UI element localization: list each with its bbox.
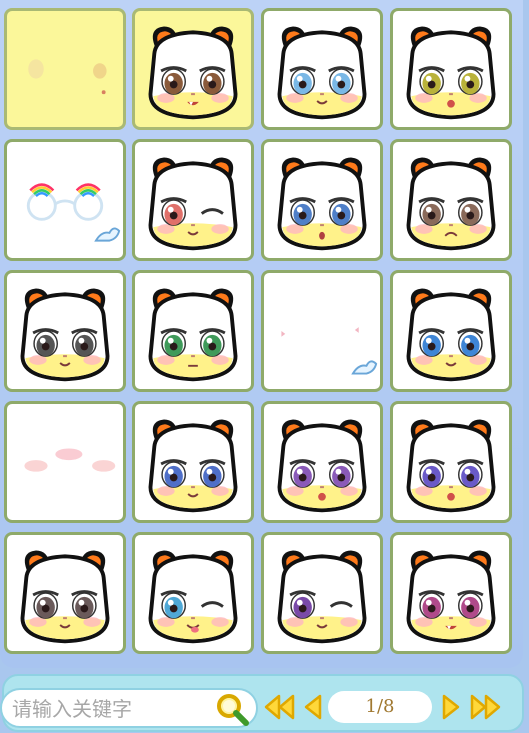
grid-item[interactable] [132,8,254,130]
character-face-thumbnail [20,550,110,644]
grid-item[interactable] [390,139,512,261]
left-icon[interactable] [302,692,324,722]
character-face-thumbnail [406,26,496,120]
grid-item[interactable] [132,532,254,654]
character-face-thumbnail [148,26,238,120]
character-face-thumbnail [148,157,238,251]
character-face-thumbnail [20,288,110,382]
grid-item[interactable] [4,270,126,392]
character-face-thumbnail [148,550,238,644]
grid-item[interactable] [261,532,383,654]
item-grid [4,8,520,660]
grid-item[interactable] [4,401,126,523]
grid-item[interactable] [261,401,383,523]
accessory-thumbnail [26,183,121,242]
grid-item[interactable] [390,532,512,654]
character-face-thumbnail [277,419,367,513]
character-face-thumbnail [406,157,496,251]
double-right-icon[interactable] [468,692,502,722]
grid-item[interactable] [4,532,126,654]
search-box[interactable] [0,688,258,728]
grid-item[interactable] [4,139,126,261]
accessory-thumbnail [281,327,378,375]
character-face-thumbnail [277,550,367,644]
grid-item[interactable] [4,8,126,130]
character-face-thumbnail [277,157,367,251]
accessory-thumbnail [24,448,116,472]
grid-item[interactable] [390,270,512,392]
grid-item[interactable] [261,270,383,392]
grid-item[interactable] [390,8,512,130]
item-panel [0,0,523,668]
bottom-bar: 1/8 [0,668,529,733]
character-face-thumbnail [406,419,496,513]
character-face-thumbnail [148,288,238,382]
magnifier-icon[interactable] [214,691,250,727]
grid-item[interactable] [390,401,512,523]
character-face-thumbnail [277,26,367,120]
grid-item[interactable] [261,8,383,130]
search-input[interactable] [10,694,214,724]
character-face-thumbnail [406,288,496,382]
accessory-thumbnail [28,59,107,95]
grid-item[interactable] [132,139,254,261]
page-indicator: 1/8 [328,691,432,723]
grid-item[interactable] [132,270,254,392]
double-left-icon[interactable] [263,692,297,722]
right-icon[interactable] [440,692,462,722]
character-face-thumbnail [148,419,238,513]
character-face-thumbnail [406,550,496,644]
grid-item[interactable] [132,401,254,523]
grid-item[interactable] [261,139,383,261]
